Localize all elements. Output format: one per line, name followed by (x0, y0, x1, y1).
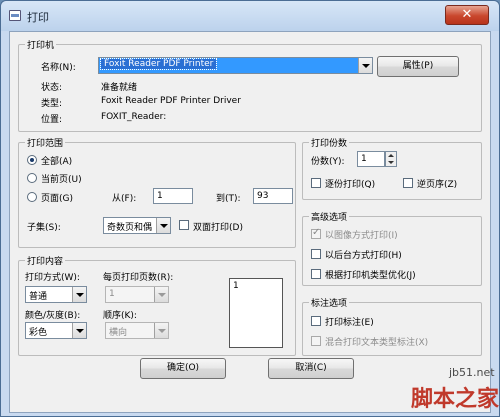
print-mode-value: 普通 (29, 292, 48, 302)
to-label: 到(T): (216, 194, 241, 204)
chevron-down-icon (156, 218, 170, 233)
advanced-group: 高级选项 以图像方式打印(I) 以后台方式打印(H) 根据打印机类型优化(J) (302, 210, 482, 286)
to-page-input[interactable] (253, 188, 293, 204)
color-select[interactable]: 彩色 (25, 322, 87, 339)
optimize-label: 根据打印机类型优化(J) (325, 271, 416, 281)
from-label: 从(F): (112, 194, 137, 204)
print-content-group: 打印内容 打印方式(W): 普通 每页打印页数(R): 1 颜色/灰度(B): … (18, 254, 296, 356)
printer-name-label: 名称(N): (41, 63, 76, 73)
close-button[interactable]: ✕ (445, 5, 489, 25)
chevron-down-icon (154, 287, 168, 302)
close-icon: ✕ (461, 7, 473, 22)
print-range-group: 打印范围 全部(A) 当前页(U) 页面(G) 从(F): 到(T): 子集(S… (18, 136, 296, 248)
order-label: 顺序(K): (103, 311, 137, 321)
printer-name-select[interactable]: Foxit Reader PDF Printer (98, 57, 373, 74)
range-pages-radio[interactable] (27, 192, 37, 202)
print-content-label: 打印内容 (25, 254, 66, 267)
range-current-radio[interactable] (27, 173, 37, 183)
range-all-label: 全部(A) (41, 157, 73, 167)
copies-group: 打印份数 份数(Y): 逐份打印(Q) 逆页序(Z) (302, 136, 482, 200)
print-as-image-checkbox[interactable] (311, 227, 321, 239)
window-title: 打印 (27, 11, 49, 24)
printer-group: 打印机 名称(N): Foxit Reader PDF Printer 属性(P… (18, 38, 482, 132)
chevron-down-icon (358, 58, 372, 73)
subset-label: 子集(S): (27, 223, 61, 233)
background-print-label: 以后台方式打印(H) (325, 251, 402, 261)
copies-input[interactable] (357, 151, 385, 167)
pages-per-sheet-label: 每页打印页数(R): (103, 273, 174, 283)
watermark-site: jb51.net (449, 366, 495, 379)
subset-select[interactable]: 奇数页和偶 (103, 217, 171, 234)
print-dialog: 打印 ✕ 打印机 名称(N): Foxit Reader PDF Printer… (0, 0, 500, 417)
order-value: 横向 (109, 328, 128, 338)
print-mode-label: 打印方式(W): (25, 273, 80, 283)
preview-page-number: 1 (233, 281, 239, 291)
type-value: Foxit Reader PDF Printer Driver (101, 96, 241, 106)
annotation-group: 标注选项 打印标注(E) 混合打印文本类型标注(X) (302, 296, 482, 356)
type-label: 类型: (41, 99, 63, 109)
ok-button[interactable]: 确定(O) (140, 358, 226, 379)
properties-button[interactable]: 属性(P) (377, 56, 459, 77)
pages-per-sheet-select[interactable]: 1 (105, 286, 169, 303)
duplex-label: 双面打印(D) (193, 223, 243, 233)
duplex-checkbox[interactable] (179, 220, 189, 230)
printer-group-label: 打印机 (25, 38, 57, 51)
range-pages-label: 页面(G) (41, 194, 73, 204)
chevron-down-icon (154, 323, 168, 338)
copies-spinner[interactable] (385, 151, 397, 167)
mixed-annotations-label: 混合打印文本类型标注(X) (325, 338, 429, 348)
print-mode-select[interactable]: 普通 (25, 286, 87, 303)
from-page-input[interactable] (153, 188, 193, 204)
print-annotations-checkbox[interactable] (311, 316, 321, 326)
advanced-label: 高级选项 (309, 210, 350, 223)
page-preview: 1 (229, 278, 283, 348)
print-annotations-label: 打印标注(E) (325, 318, 374, 328)
order-select[interactable]: 横向 (105, 322, 169, 339)
watermark-brand: 脚本之家 (411, 387, 500, 412)
title-bar: 打印 ✕ (1, 1, 499, 31)
location-label: 位置: (41, 115, 63, 125)
print-range-label: 打印范围 (25, 136, 66, 149)
collate-label: 逐份打印(Q) (325, 180, 376, 190)
annotation-label: 标注选项 (309, 296, 350, 309)
optimize-checkbox[interactable] (311, 269, 321, 279)
pages-per-sheet-value: 1 (109, 289, 115, 299)
range-all-radio[interactable] (27, 155, 37, 165)
background-print-checkbox[interactable] (311, 249, 321, 259)
copies-label: 打印份数 (309, 136, 350, 149)
color-label: 颜色/灰度(B): (25, 311, 81, 321)
range-current-label: 当前页(U) (41, 175, 82, 185)
cancel-button[interactable]: 取消(C) (268, 358, 354, 379)
chevron-down-icon (72, 323, 86, 338)
subset-value: 奇数页和偶 (107, 223, 153, 233)
status-label: 状态: (41, 83, 63, 93)
location-value: FOXIT_Reader: (101, 112, 167, 122)
chevron-down-icon (72, 287, 86, 302)
reverse-order-label: 逆页序(Z) (417, 180, 458, 190)
dialog-body: 打印机 名称(N): Foxit Reader PDF Printer 属性(P… (9, 31, 491, 413)
printer-name-value: Foxit Reader PDF Printer (99, 58, 218, 70)
reverse-order-checkbox[interactable] (403, 178, 413, 188)
color-value: 彩色 (29, 328, 48, 338)
collate-checkbox[interactable] (311, 178, 321, 188)
mixed-annotations-checkbox[interactable] (311, 336, 321, 346)
printer-icon (9, 10, 21, 21)
status-value: 准备就绪 (101, 83, 138, 93)
copies-count-label: 份数(Y): (311, 157, 345, 167)
print-as-image-label: 以图像方式打印(I) (325, 231, 398, 241)
